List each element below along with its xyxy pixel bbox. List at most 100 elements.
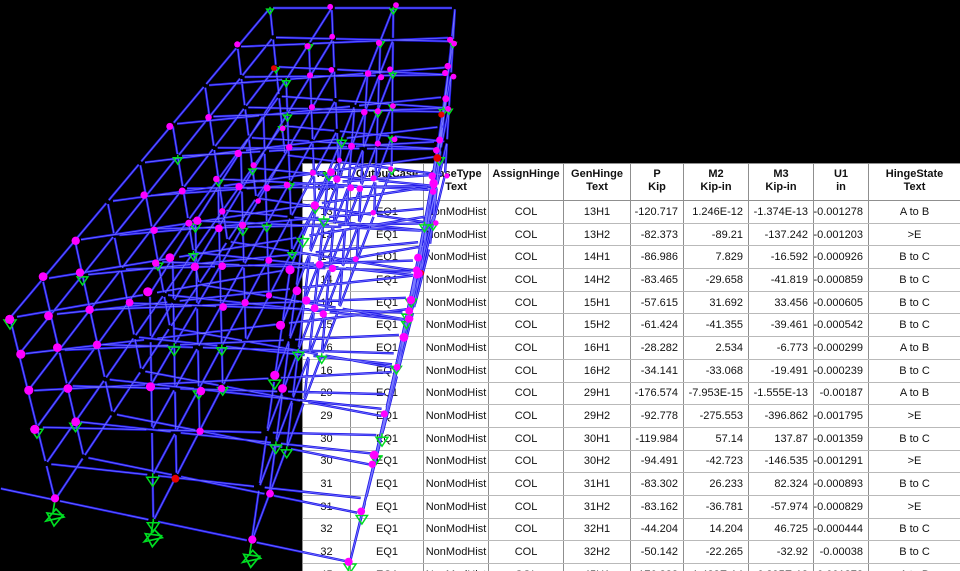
cell-p[interactable]: -82.373 bbox=[631, 224, 684, 246]
cell-p[interactable]: -176.574 bbox=[631, 383, 684, 405]
cell-casetype[interactable]: NonModHist bbox=[424, 383, 489, 405]
cell-assignhinge[interactable]: COL bbox=[489, 269, 564, 291]
cell-m3[interactable]: -6.773 bbox=[749, 337, 814, 359]
cell-frame[interactable]: 15 bbox=[303, 292, 351, 314]
cell-assignhinge[interactable]: COL bbox=[489, 383, 564, 405]
cell-p[interactable]: -28.282 bbox=[631, 337, 684, 359]
cell-frame[interactable]: 32 bbox=[303, 519, 351, 541]
cell-hingestate[interactable]: B to C bbox=[869, 428, 960, 450]
cell-casetype[interactable]: NonModHist bbox=[424, 201, 489, 223]
cell-m3[interactable]: 137.87 bbox=[749, 428, 814, 450]
cell-u1[interactable]: -0.001872 bbox=[814, 564, 869, 571]
cell-genhinge[interactable]: 16H2 bbox=[564, 360, 631, 382]
cell-p[interactable]: -83.162 bbox=[631, 496, 684, 518]
cell-outputcase[interactable]: EQ1 bbox=[351, 541, 424, 563]
cell-hingestate[interactable]: A to B bbox=[869, 564, 960, 571]
cell-u1[interactable]: -0.000605 bbox=[814, 292, 869, 314]
cell-outputcase[interactable]: EQ1 bbox=[351, 269, 424, 291]
cell-hingestate[interactable]: B to C bbox=[869, 360, 960, 382]
cell-outputcase[interactable]: EQ1 bbox=[351, 360, 424, 382]
cell-frame[interactable]: 45 bbox=[303, 564, 351, 571]
cell-hingestate[interactable]: A to B bbox=[869, 201, 960, 223]
cell-m3[interactable]: 33.456 bbox=[749, 292, 814, 314]
cell-m3[interactable]: -1.374E-13 bbox=[749, 201, 814, 223]
cell-outputcase[interactable]: EQ1 bbox=[351, 451, 424, 473]
cell-casetype[interactable]: NonModHist bbox=[424, 519, 489, 541]
cell-casetype[interactable]: NonModHist bbox=[424, 496, 489, 518]
cell-p[interactable]: -176.832 bbox=[631, 564, 684, 571]
cell-frame[interactable]: 30 bbox=[303, 428, 351, 450]
cell-m3[interactable]: -41.819 bbox=[749, 269, 814, 291]
cell-casetype[interactable]: NonModHist bbox=[424, 564, 489, 571]
cell-outputcase[interactable]: EQ1 bbox=[351, 292, 424, 314]
cell-m2[interactable]: 57.14 bbox=[684, 428, 749, 450]
cell-m3[interactable]: -396.862 bbox=[749, 405, 814, 427]
cell-genhinge[interactable]: 32H1 bbox=[564, 519, 631, 541]
cell-m3[interactable]: -146.535 bbox=[749, 451, 814, 473]
cell-hingestate[interactable]: A to B bbox=[869, 383, 960, 405]
cell-u1[interactable]: -0.001795 bbox=[814, 405, 869, 427]
cell-m3[interactable]: -32.92 bbox=[749, 541, 814, 563]
cell-genhinge[interactable]: 30H2 bbox=[564, 451, 631, 473]
cell-genhinge[interactable]: 45H1 bbox=[564, 564, 631, 571]
cell-frame[interactable]: 16 bbox=[303, 360, 351, 382]
cell-hingestate[interactable]: >E bbox=[869, 224, 960, 246]
cell-m3[interactable]: 82.324 bbox=[749, 473, 814, 495]
cell-m3[interactable]: 6.395E-13 bbox=[749, 564, 814, 571]
cell-outputcase[interactable]: EQ1 bbox=[351, 246, 424, 268]
cell-frame[interactable]: 31 bbox=[303, 473, 351, 495]
cell-genhinge[interactable]: 29H1 bbox=[564, 383, 631, 405]
cell-m2[interactable]: -22.265 bbox=[684, 541, 749, 563]
cell-casetype[interactable]: NonModHist bbox=[424, 451, 489, 473]
cell-hingestate[interactable]: >E bbox=[869, 451, 960, 473]
cell-p[interactable]: -50.142 bbox=[631, 541, 684, 563]
cell-genhinge[interactable]: 15H1 bbox=[564, 292, 631, 314]
cell-assignhinge[interactable]: COL bbox=[489, 201, 564, 223]
cell-m2[interactable]: -275.553 bbox=[684, 405, 749, 427]
cell-outputcase[interactable]: EQ1 bbox=[351, 428, 424, 450]
cell-assignhinge[interactable]: COL bbox=[489, 541, 564, 563]
cell-m2[interactable]: 7.829 bbox=[684, 246, 749, 268]
cell-hingestate[interactable]: B to C bbox=[869, 519, 960, 541]
cell-casetype[interactable]: NonModHist bbox=[424, 428, 489, 450]
cell-u1[interactable]: -0.00038 bbox=[814, 541, 869, 563]
cell-m3[interactable]: -137.242 bbox=[749, 224, 814, 246]
cell-p[interactable]: -57.615 bbox=[631, 292, 684, 314]
cell-frame[interactable]: 13 bbox=[303, 224, 351, 246]
cell-u1[interactable]: -0.000893 bbox=[814, 473, 869, 495]
cell-u1[interactable]: -0.001278 bbox=[814, 201, 869, 223]
cell-casetype[interactable]: NonModHist bbox=[424, 541, 489, 563]
cell-outputcase[interactable]: EQ1 bbox=[351, 564, 424, 571]
cell-m2[interactable]: -33.068 bbox=[684, 360, 749, 382]
cell-u1[interactable]: -0.000829 bbox=[814, 496, 869, 518]
cell-assignhinge[interactable]: COL bbox=[489, 360, 564, 382]
cell-m2[interactable]: 31.692 bbox=[684, 292, 749, 314]
cell-casetype[interactable]: NonModHist bbox=[424, 314, 489, 336]
cell-genhinge[interactable]: 31H2 bbox=[564, 496, 631, 518]
cell-assignhinge[interactable]: COL bbox=[489, 246, 564, 268]
cell-p[interactable]: -83.302 bbox=[631, 473, 684, 495]
cell-m3[interactable]: 46.725 bbox=[749, 519, 814, 541]
cell-casetype[interactable]: NonModHist bbox=[424, 246, 489, 268]
cell-assignhinge[interactable]: COL bbox=[489, 451, 564, 473]
cell-u1[interactable]: -0.000859 bbox=[814, 269, 869, 291]
cell-casetype[interactable]: NonModHist bbox=[424, 360, 489, 382]
cell-u1[interactable]: -0.001359 bbox=[814, 428, 869, 450]
cell-m2[interactable]: -36.781 bbox=[684, 496, 749, 518]
cell-genhinge[interactable]: 14H2 bbox=[564, 269, 631, 291]
cell-m2[interactable]: -1.423E-14 bbox=[684, 564, 749, 571]
cell-m2[interactable]: -42.723 bbox=[684, 451, 749, 473]
cell-hingestate[interactable]: A to B bbox=[869, 337, 960, 359]
cell-hingestate[interactable]: >E bbox=[869, 405, 960, 427]
cell-outputcase[interactable]: EQ1 bbox=[351, 473, 424, 495]
cell-frame[interactable]: 32 bbox=[303, 541, 351, 563]
cell-m2[interactable]: -41.355 bbox=[684, 314, 749, 336]
cell-p[interactable]: -120.717 bbox=[631, 201, 684, 223]
cell-hingestate[interactable]: B to C bbox=[869, 246, 960, 268]
cell-assignhinge[interactable]: COL bbox=[489, 337, 564, 359]
cell-genhinge[interactable]: 16H1 bbox=[564, 337, 631, 359]
cell-frame[interactable]: 30 bbox=[303, 451, 351, 473]
cell-frame[interactable]: 29 bbox=[303, 405, 351, 427]
cell-assignhinge[interactable]: COL bbox=[489, 405, 564, 427]
cell-frame[interactable]: 14 bbox=[303, 246, 351, 268]
